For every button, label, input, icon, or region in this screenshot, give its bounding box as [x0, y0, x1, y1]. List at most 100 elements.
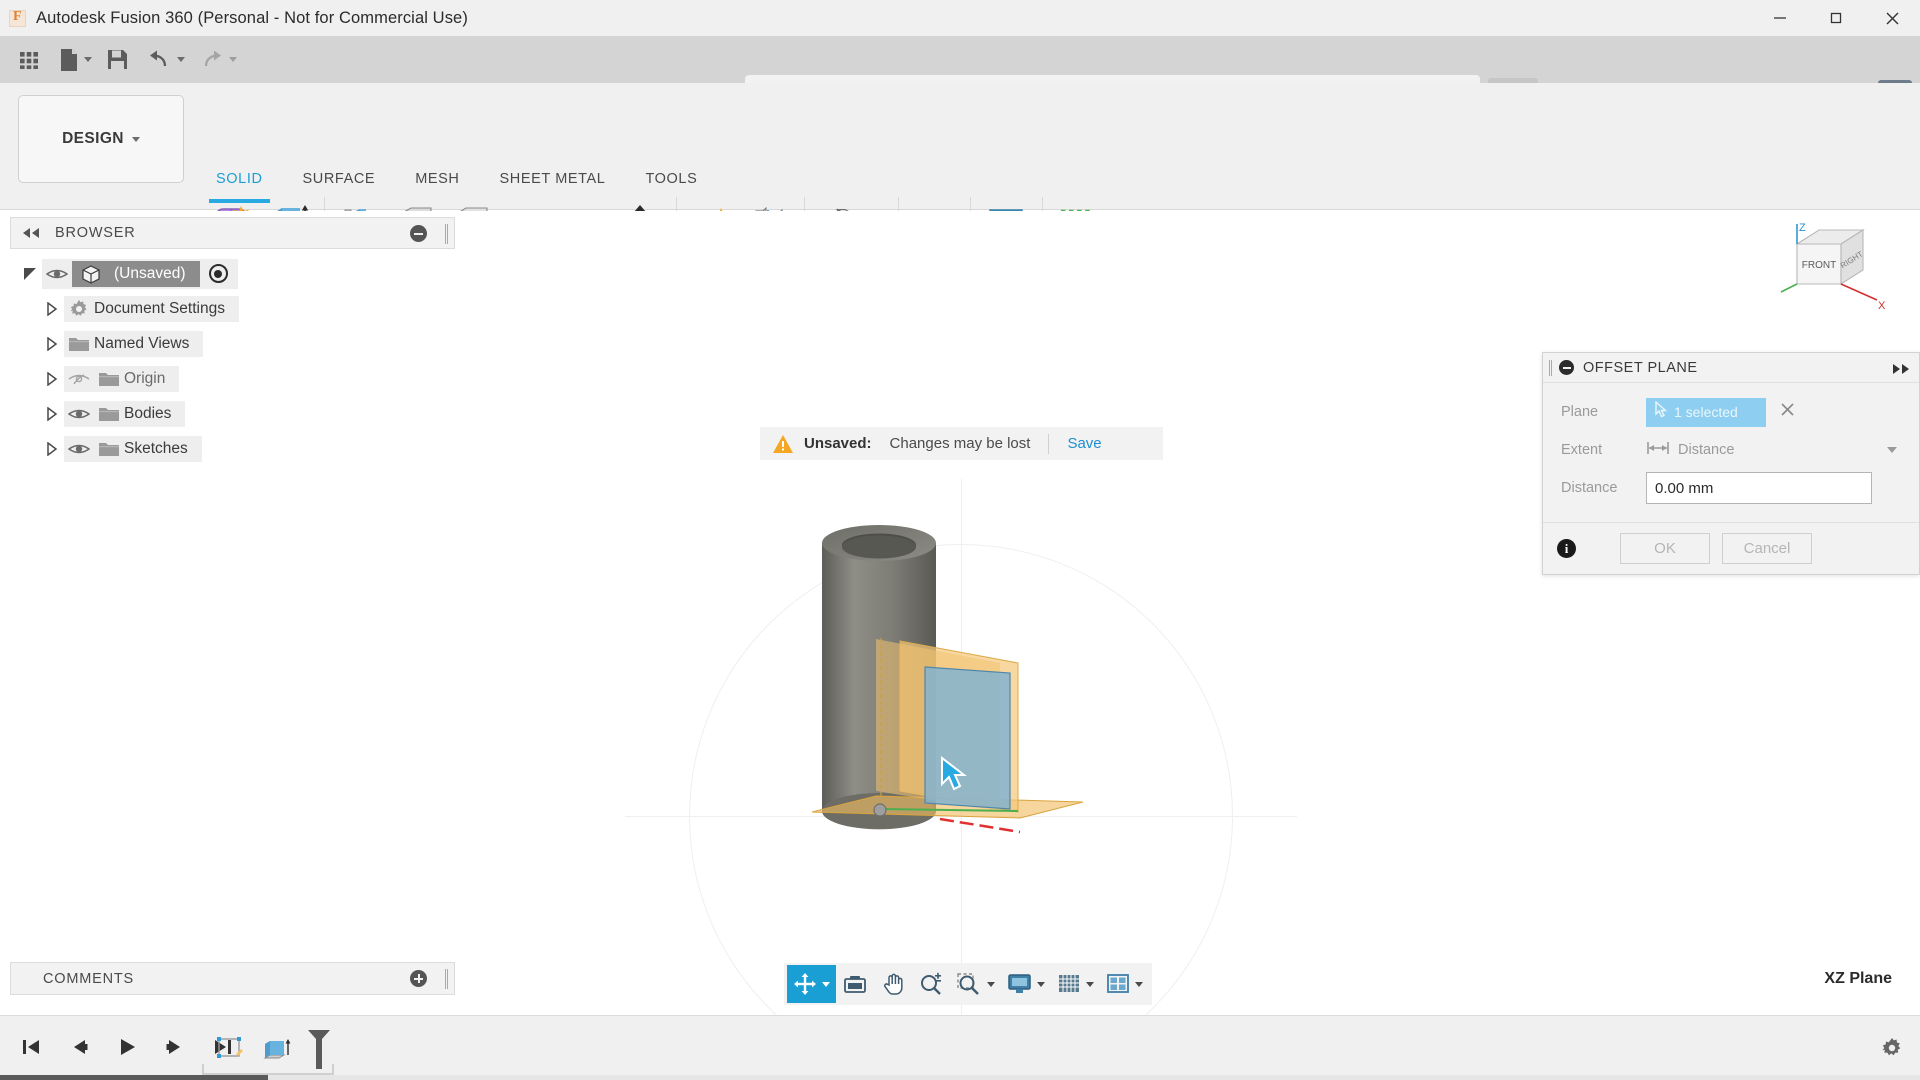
ribbon: DESIGN SOLID SURFACE MESH SHEET METAL TO…: [0, 83, 1920, 210]
dialog-title: OFFSET PLANE: [1583, 360, 1698, 376]
save-button[interactable]: [98, 41, 137, 79]
eye-icon[interactable]: [42, 267, 72, 281]
tree-expand-arrow-icon[interactable]: [18, 267, 42, 281]
chevron-down-icon: [229, 57, 237, 62]
title-bar: Autodesk Fusion 360 (Personal - Not for …: [0, 0, 1920, 36]
dialog-row-extent[interactable]: Extent Distance: [1543, 431, 1919, 469]
chevron-down-icon[interactable]: [1086, 982, 1094, 987]
fusion360-application: Autodesk Fusion 360 (Personal - Not for …: [0, 0, 1920, 1080]
plane-selection-chip[interactable]: 1 selected: [1646, 398, 1766, 427]
comments-title: COMMENTS: [43, 971, 134, 987]
folder-icon: [64, 335, 94, 353]
unsaved-message: Changes may be lost: [890, 435, 1031, 452]
pan-button[interactable]: [874, 965, 912, 1003]
chevron-down-icon[interactable]: [1135, 982, 1143, 987]
folder-icon: [94, 370, 124, 388]
distance-input[interactable]: 0.00 mm: [1646, 472, 1872, 504]
dialog-minimize-button[interactable]: [1559, 360, 1574, 375]
eye-icon[interactable]: [64, 442, 94, 456]
tree-label-document-settings: Document Settings: [94, 300, 225, 318]
new-file-button[interactable]: [50, 41, 96, 79]
collapse-left-icon[interactable]: [21, 227, 41, 239]
view-cube[interactable]: FRONT RIGHT Z X: [1775, 222, 1895, 327]
chevron-down-icon[interactable]: [1887, 447, 1897, 453]
timeline-step-forward-button[interactable]: [154, 1026, 196, 1068]
root-component-pill[interactable]: (Unsaved): [72, 261, 200, 287]
expand-right-icon[interactable]: [1891, 362, 1911, 380]
maximize-icon[interactable]: [1808, 0, 1864, 36]
ok-button[interactable]: OK: [1620, 533, 1710, 564]
display-settings-button[interactable]: [1001, 965, 1051, 1003]
unsaved-banner: Unsaved: Changes may be lost Save: [760, 427, 1163, 460]
fit-button[interactable]: [950, 965, 1001, 1003]
chevron-down-icon[interactable]: [987, 982, 995, 987]
plane-field-label: Plane: [1561, 404, 1646, 420]
chevron-right-icon[interactable]: [40, 302, 64, 316]
grid-snaps-button[interactable]: [1051, 965, 1100, 1003]
viewcube-axis-z-label: Z: [1799, 222, 1806, 234]
browser-grip-icon[interactable]: [445, 224, 448, 244]
chevron-down-icon: [177, 57, 185, 62]
orbit-button[interactable]: [787, 965, 836, 1003]
minimize-icon[interactable]: [1752, 0, 1808, 36]
dialog-row-distance: Distance 0.00 mm: [1543, 469, 1919, 507]
workspace-label: DESIGN: [62, 130, 124, 148]
close-icon[interactable]: [1864, 0, 1920, 36]
dialog-header[interactable]: OFFSET PLANE: [1543, 353, 1919, 383]
banner-save-link[interactable]: Save: [1067, 435, 1101, 452]
tree-item-bodies[interactable]: Bodies: [18, 396, 438, 431]
chevron-right-icon[interactable]: [40, 337, 64, 351]
comments-grip-icon[interactable]: [445, 969, 448, 989]
timeline-step-back-button[interactable]: [58, 1026, 100, 1068]
window-title: Autodesk Fusion 360 (Personal - Not for …: [36, 9, 468, 28]
browser-title: BROWSER: [55, 225, 136, 241]
undo-button[interactable]: [139, 41, 189, 79]
look-at-button[interactable]: [836, 965, 874, 1003]
info-icon[interactable]: i: [1557, 539, 1576, 558]
tree-item-origin[interactable]: Origin: [18, 361, 438, 396]
add-comment-button[interactable]: [410, 970, 427, 987]
chevron-down-icon[interactable]: [822, 982, 830, 987]
browser-minimize-button[interactable]: [410, 225, 427, 242]
window-controls: [1752, 0, 1920, 36]
timeline-bar: [0, 1015, 1920, 1080]
tree-label-sketches: Sketches: [124, 440, 188, 458]
comments-panel-header: COMMENTS: [10, 962, 455, 995]
viewcube-front-label: FRONT: [1802, 260, 1836, 271]
workspace-switcher-button[interactable]: DESIGN: [18, 95, 184, 183]
timeline-settings-gear-icon[interactable]: [1880, 1036, 1904, 1065]
tree-label-named-views: Named Views: [94, 335, 189, 353]
redo-button[interactable]: [191, 41, 241, 79]
timeline-jump-start-button[interactable]: [10, 1026, 52, 1068]
folder-icon: [94, 440, 124, 458]
cancel-button[interactable]: Cancel: [1722, 533, 1812, 564]
timeline-play-button[interactable]: [106, 1026, 148, 1068]
cursor-arrow-icon: [1654, 401, 1668, 423]
plane-clear-selection-icon[interactable]: [1780, 402, 1795, 422]
navigation-bar: [784, 963, 1152, 1005]
tree-label-bodies: Bodies: [124, 405, 171, 423]
dialog-footer: i OK Cancel: [1543, 522, 1919, 574]
chevron-down-icon[interactable]: [1037, 982, 1045, 987]
root-component-label: (Unsaved): [114, 265, 186, 283]
chevron-right-icon[interactable]: [40, 442, 64, 456]
tree-item-named-views[interactable]: Named Views: [18, 326, 438, 361]
folder-icon: [94, 405, 124, 423]
viewports-button[interactable]: [1100, 965, 1149, 1003]
tree-item-document-settings[interactable]: Document Settings: [18, 291, 438, 326]
chevron-right-icon[interactable]: [40, 407, 64, 421]
drag-grip-icon[interactable]: [1549, 360, 1552, 376]
browser-header: BROWSER: [10, 217, 455, 249]
eye-hidden-icon[interactable]: [64, 371, 94, 387]
radio-dot-icon[interactable]: [209, 264, 228, 283]
tree-item-root[interactable]: (Unsaved): [18, 256, 438, 291]
eye-icon[interactable]: [64, 407, 94, 421]
chevron-right-icon[interactable]: [40, 372, 64, 386]
gear-icon: [64, 298, 94, 320]
extent-field-label: Extent: [1561, 442, 1646, 458]
status-plane-label: XZ Plane: [1824, 970, 1892, 988]
zoom-button[interactable]: [912, 965, 950, 1003]
banner-divider: [1048, 434, 1049, 454]
grid-apps-icon[interactable]: [10, 41, 48, 79]
tree-item-sketches[interactable]: Sketches: [18, 431, 438, 466]
